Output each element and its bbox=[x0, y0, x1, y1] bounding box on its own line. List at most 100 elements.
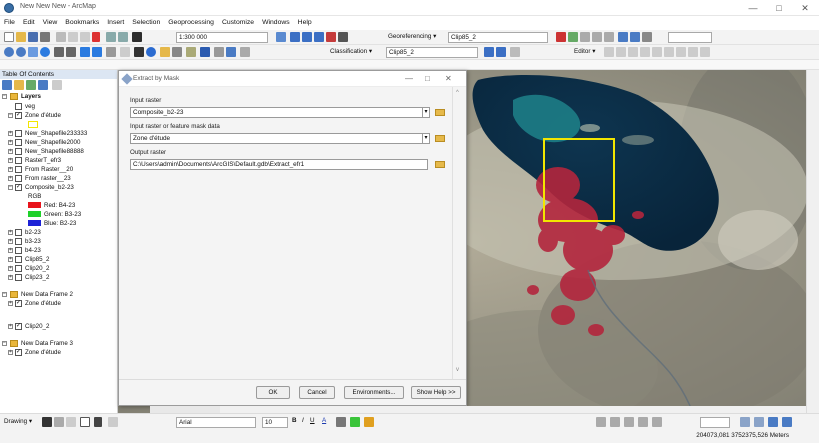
create-viewer-icon[interactable] bbox=[240, 47, 250, 57]
toc-layer-7[interactable]: + From raster__23 bbox=[0, 174, 117, 183]
output-browse-button[interactable] bbox=[434, 159, 446, 170]
layer-visibility-checkbox[interactable] bbox=[15, 175, 22, 182]
layout-pan-icon[interactable] bbox=[624, 417, 634, 427]
classification-layer-select[interactable]: Clip85_2 bbox=[386, 47, 478, 58]
open-folder-icon[interactable] bbox=[16, 32, 26, 42]
layer-expander-icon[interactable]: + bbox=[8, 257, 13, 262]
layer-expander-icon[interactable]: + bbox=[8, 230, 13, 235]
zoom-in-icon[interactable] bbox=[4, 47, 14, 57]
layer-expander-icon[interactable]: + bbox=[8, 324, 13, 329]
pan-icon[interactable] bbox=[28, 47, 38, 57]
menu-windows[interactable]: Windows bbox=[258, 16, 294, 30]
split-icon[interactable] bbox=[652, 47, 662, 57]
dialog-scrollbar[interactable]: ^ v bbox=[452, 87, 466, 379]
toc-layer2-2[interactable]: + b4-23 bbox=[0, 246, 117, 255]
toc-view-tabs[interactable] bbox=[150, 406, 220, 413]
output-raster-field[interactable]: C:\Users\admin\Documents\ArcGIS\Default.… bbox=[130, 159, 428, 170]
layout-zoom-in-icon[interactable] bbox=[596, 417, 606, 427]
layout-zoom-out-icon[interactable] bbox=[610, 417, 620, 427]
layers-expander[interactable]: − bbox=[2, 94, 7, 99]
layer-expander-icon[interactable]: + bbox=[8, 158, 13, 163]
close-window-button[interactable]: ✕ bbox=[792, 1, 818, 15]
layer-visibility-checkbox[interactable] bbox=[15, 238, 22, 245]
layer-visibility-checkbox[interactable] bbox=[15, 139, 22, 146]
hyperlink-icon[interactable] bbox=[186, 47, 196, 57]
zoom-whole-page-icon[interactable] bbox=[66, 417, 76, 427]
python-window-icon[interactable] bbox=[338, 32, 348, 42]
back-extent-icon[interactable] bbox=[80, 47, 90, 57]
layer-visibility-checkbox[interactable]: ✓ bbox=[15, 349, 22, 356]
frame2-layer-0[interactable]: + ✓ Zone d'étude bbox=[0, 299, 117, 308]
arctoolbox-icon[interactable] bbox=[326, 32, 336, 42]
layer-visibility-checkbox[interactable] bbox=[15, 229, 22, 236]
paste-icon[interactable] bbox=[80, 32, 90, 42]
view-link-icon[interactable] bbox=[630, 32, 640, 42]
dialog-minimize-button[interactable]: — bbox=[405, 74, 413, 83]
toc-layer-0[interactable]: veg bbox=[0, 102, 117, 111]
font-size-select[interactable]: 10 bbox=[262, 417, 288, 428]
input-raster-field[interactable]: Composite_b2-23 bbox=[130, 107, 430, 118]
layer-expander-icon[interactable]: + bbox=[8, 350, 13, 355]
edit-tool-icon[interactable] bbox=[604, 47, 614, 57]
toc-layer-6[interactable]: + From Raster__20 bbox=[0, 165, 117, 174]
dialog-maximize-button[interactable]: □ bbox=[425, 74, 430, 83]
layer-expander-icon[interactable]: − bbox=[2, 292, 7, 297]
show-help-button[interactable]: Show Help >> bbox=[411, 386, 461, 399]
layer-expander-icon[interactable]: + bbox=[8, 248, 13, 253]
toc-layer-3[interactable]: + New_Shapefile2000 bbox=[0, 138, 117, 147]
fixed-zoom-in-icon[interactable] bbox=[54, 47, 64, 57]
layer-expander-icon[interactable]: + bbox=[8, 167, 13, 172]
layer-visibility-checkbox[interactable] bbox=[15, 103, 22, 110]
toc-layer2-4[interactable]: + Clip20_2 bbox=[0, 264, 117, 273]
georef-layer-select[interactable]: Clip85_2 bbox=[448, 32, 548, 43]
layer-visibility-checkbox[interactable] bbox=[15, 157, 22, 164]
list-by-drawing-order-icon[interactable] bbox=[2, 80, 12, 90]
delete-icon[interactable] bbox=[92, 32, 100, 42]
rotate-element-icon[interactable] bbox=[54, 417, 64, 427]
underline-button[interactable]: U bbox=[310, 417, 315, 424]
band-2[interactable]: Blue: B2-23 bbox=[0, 219, 117, 228]
layer-expander-icon[interactable]: + bbox=[8, 275, 13, 280]
binoculars-icon[interactable] bbox=[200, 47, 210, 57]
menu-view[interactable]: View bbox=[39, 16, 62, 30]
frame2-layer-1[interactable]: + ✓ Clip20_2 bbox=[0, 322, 117, 331]
menu-selection[interactable]: Selection bbox=[128, 16, 164, 30]
find-icon[interactable] bbox=[160, 47, 170, 57]
layer-expander-icon[interactable]: + bbox=[8, 131, 13, 136]
toc-options-icon[interactable] bbox=[52, 80, 62, 90]
data-frame-3[interactable]: − New Data Frame 3 bbox=[0, 339, 117, 348]
layer-expander-icon[interactable]: + bbox=[8, 239, 13, 244]
identify-icon[interactable] bbox=[146, 47, 156, 57]
italic-button[interactable]: I bbox=[302, 417, 304, 424]
magnifier-icon[interactable] bbox=[642, 32, 652, 42]
rotate-edit-icon[interactable] bbox=[664, 47, 674, 57]
font-select[interactable]: Arial bbox=[176, 417, 256, 428]
layer-visibility-checkbox[interactable]: ✓ bbox=[15, 112, 22, 119]
select-features-icon[interactable] bbox=[106, 47, 116, 57]
go-to-xy-icon[interactable] bbox=[214, 47, 224, 57]
fill-color-icon[interactable] bbox=[336, 417, 346, 427]
select-element-icon[interactable] bbox=[42, 417, 52, 427]
list-by-visibility-icon[interactable] bbox=[26, 80, 36, 90]
zoom-100-icon[interactable] bbox=[638, 417, 648, 427]
mask-dropdown-icon[interactable]: ▾ bbox=[422, 133, 430, 144]
rectangle-icon[interactable] bbox=[80, 417, 90, 427]
menu-help[interactable]: Help bbox=[294, 16, 316, 30]
toc-layer2-1[interactable]: + b3-23 bbox=[0, 237, 117, 246]
classification-scatter-icon[interactable] bbox=[510, 47, 520, 57]
editor-toolbar-icon[interactable] bbox=[276, 32, 286, 42]
undo-icon[interactable] bbox=[106, 32, 116, 42]
layer-visibility-checkbox[interactable] bbox=[15, 166, 22, 173]
edit-vertices-drawing-icon[interactable] bbox=[108, 417, 118, 427]
menu-geoprocessing[interactable]: Geoprocessing bbox=[164, 16, 218, 30]
drawing-menu[interactable]: Drawing ▾ bbox=[4, 418, 32, 425]
editor-toolbar-label[interactable]: Editor ▾ bbox=[574, 48, 595, 55]
data-driven-pages-icon[interactable] bbox=[782, 417, 792, 427]
band-0[interactable]: Red: B4-23 bbox=[0, 201, 117, 210]
map-horizontal-scrollbar[interactable] bbox=[220, 406, 806, 413]
rgb-heading[interactable]: RGB bbox=[0, 192, 117, 201]
menu-edit[interactable]: Edit bbox=[19, 16, 39, 30]
fixed-zoom-layout-icon[interactable] bbox=[652, 417, 662, 427]
scroll-down-icon[interactable]: v bbox=[456, 367, 459, 373]
menu-insert[interactable]: Insert bbox=[103, 16, 128, 30]
